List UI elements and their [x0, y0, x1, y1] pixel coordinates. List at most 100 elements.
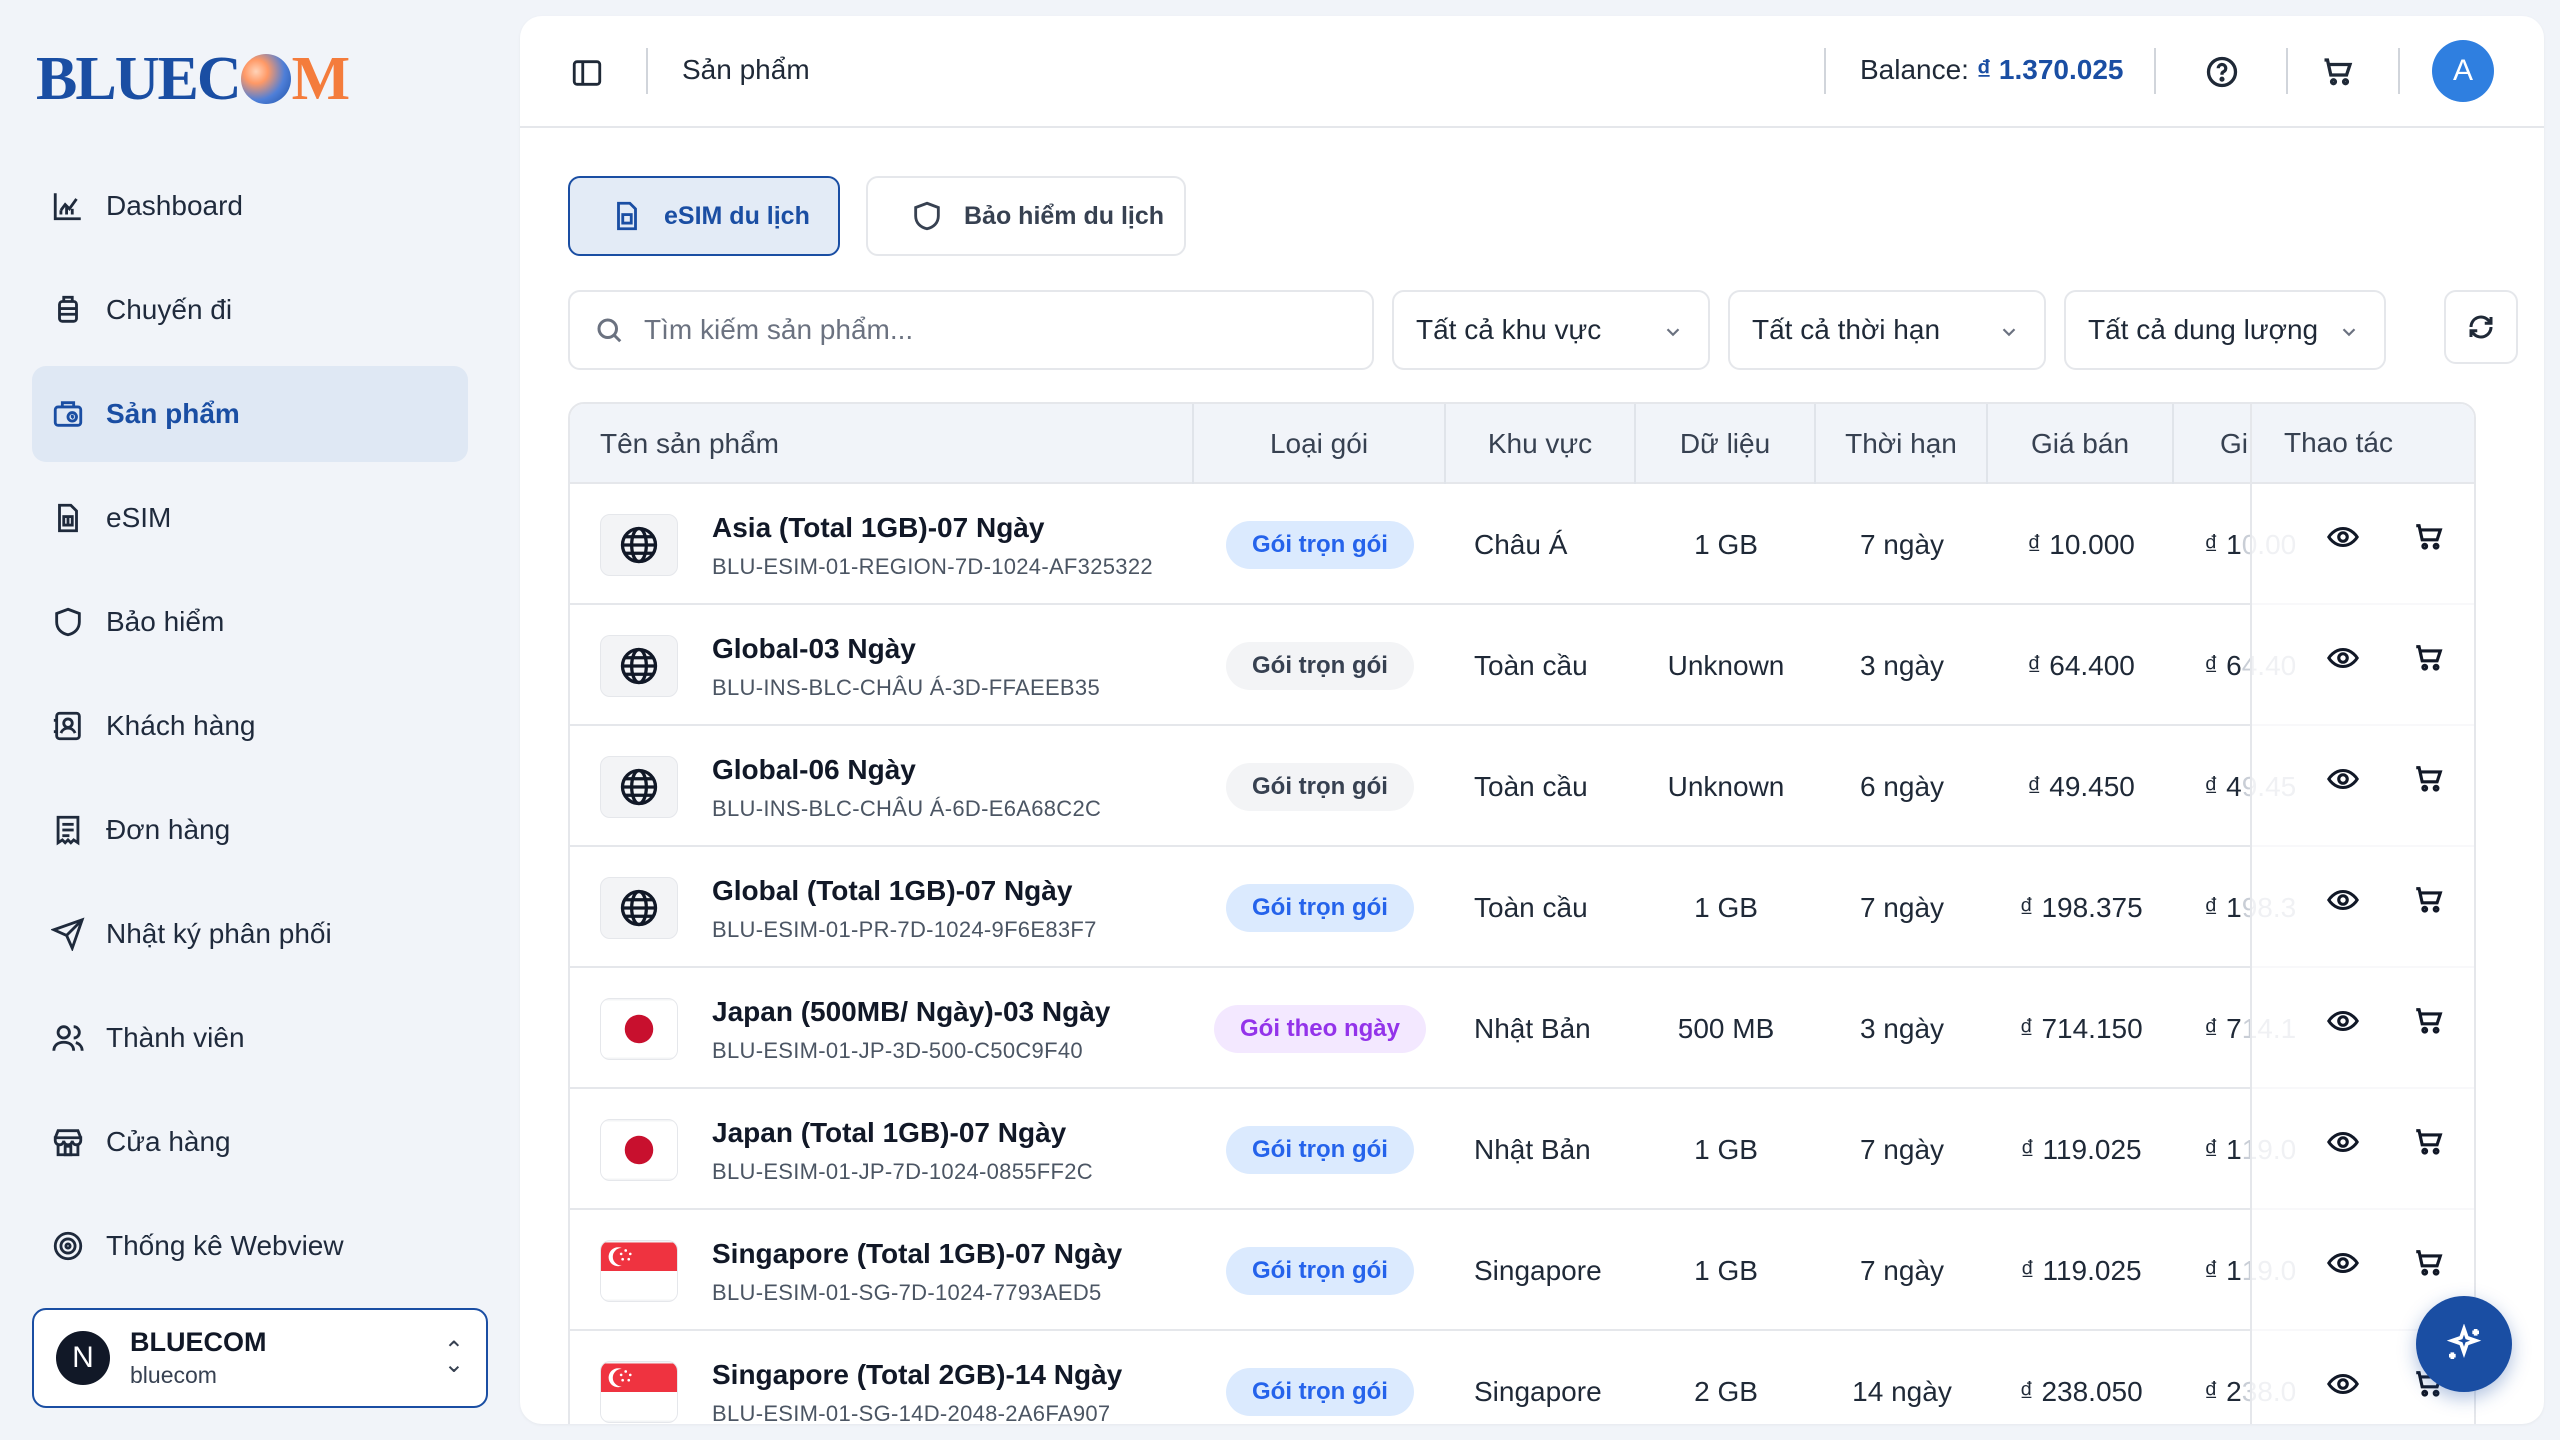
globe-icon [600, 877, 678, 939]
selling-price-cell: ₫ 49.450 [2027, 770, 2135, 802]
region-cell: Toàn cầu [1474, 649, 1588, 681]
duration-cell: 7 ngày [1859, 891, 1945, 923]
package-type-badge: Gói trọn gói [1226, 883, 1414, 932]
duration-cell: 3 ngày [1859, 1012, 1945, 1044]
package-type-badge: Gói trọn gói [1226, 520, 1414, 569]
view-eye-icon[interactable] [2326, 1004, 2360, 1038]
product-icon [50, 396, 86, 432]
package-type-cell: Gói trọn gói [1194, 605, 1446, 726]
column-header-price-truncated[interactable]: Gi [2174, 404, 2250, 484]
column-header-actions[interactable]: Thao tác [2252, 404, 2474, 484]
add-to-cart-icon[interactable] [2412, 1246, 2446, 1280]
table-row[interactable]: Singapore (Total 1GB)-07 Ngày BLU-ESIM-0… [570, 1210, 2474, 1331]
tab-travel-insurance[interactable]: Bảo hiểm du lịch [866, 176, 1186, 256]
globe-icon [600, 514, 678, 576]
sidebar-nav: Dashboard Chuyến đi Sản phẩm eSIM Bảo hiểm Kh… [32, 158, 468, 1302]
balance-label: Balance: [1860, 54, 1969, 85]
product-sku: BLU-ESIM-01-SG-7D-1024-7793AED5 [712, 1280, 1102, 1305]
region-cell: Nhật Bản [1474, 1012, 1591, 1044]
refresh-button[interactable] [2444, 290, 2518, 364]
data-cell: 1 GB [1694, 528, 1758, 560]
column-header-package-type[interactable]: Loại gói [1194, 404, 1446, 484]
view-eye-icon[interactable] [2326, 641, 2360, 675]
product-name: Asia (Total 1GB)-07 Ngày [712, 512, 1045, 543]
table-row[interactable]: Japan (Total 1GB)-07 Ngày BLU-ESIM-01-JP… [570, 1089, 2474, 1210]
add-to-cart-icon[interactable] [2412, 1125, 2446, 1159]
contact-icon [50, 708, 86, 744]
table-row[interactable]: Global (Total 1GB)-07 Ngày BLU-ESIM-01-P… [570, 847, 2474, 968]
search-input[interactable] [644, 314, 1344, 346]
sidebar-item-cua-hang[interactable]: Cửa hàng [32, 1094, 468, 1190]
user-avatar[interactable]: A [2432, 40, 2494, 102]
duration-cell: 3 ngày [1859, 649, 1945, 681]
duration-select[interactable]: Tất cả thời hạn [1728, 290, 2046, 370]
data-cell: 1 GB [1694, 891, 1758, 923]
sidebar-item-san-pham[interactable]: Sản phẩm [32, 366, 468, 462]
region-select-value: Tất cả khu vực [1416, 314, 1602, 345]
sidebar-item-thanh-vien[interactable]: Thành viên [32, 990, 468, 1086]
sidebar-item-label: Thành viên [106, 1022, 245, 1053]
duration-cell: 7 ngày [1859, 1254, 1945, 1286]
sidebar-item-nhat-ky-phan-phoi[interactable]: Nhật ký phân phối [32, 886, 468, 982]
tab-esim-travel[interactable]: eSIM du lịch [568, 176, 840, 256]
column-header-duration[interactable]: Thời hạn [1816, 404, 1988, 484]
product-name: Singapore (Total 1GB)-07 Ngày [712, 1238, 1123, 1269]
package-type-cell: Gói theo ngày [1194, 968, 1446, 1089]
view-eye-icon[interactable] [2326, 883, 2360, 917]
view-eye-icon[interactable] [2326, 520, 2360, 554]
region-cell: Châu Á [1474, 528, 1568, 560]
ai-assistant-button[interactable] [2416, 1296, 2512, 1392]
sidebar-item-thong-ke-webview[interactable]: Thống kê Webview [32, 1198, 468, 1294]
search-box [568, 290, 1374, 370]
sidebar-item-khach-hang[interactable]: Khách hàng [32, 678, 468, 774]
sidebar-item-bao-hiem[interactable]: Bảo hiểm [32, 574, 468, 670]
second-price-visible: ₫ 7 [2204, 1012, 2242, 1044]
add-to-cart-icon[interactable] [2412, 641, 2446, 675]
chevron-up-down-icon: ⌃ ⌄ [443, 1337, 464, 1378]
column-header-selling-price[interactable]: Giá bán [1988, 404, 2174, 484]
table-row[interactable]: Global-06 Ngày BLU-INS-BLC-CHÂU Á-6D-E6A… [570, 726, 2474, 847]
package-type-cell: Gói trọn gói [1194, 847, 1446, 968]
view-eye-icon[interactable] [2326, 1367, 2360, 1401]
organization-switcher[interactable]: N BLUECOM bluecom ⌃ ⌄ [32, 1308, 488, 1408]
column-header-region[interactable]: Khu vực [1446, 404, 1636, 484]
second-price-visible: ₫ 1 [2204, 1254, 2242, 1286]
add-to-cart-icon[interactable] [2412, 883, 2446, 917]
selling-price-cell: ₫ 198.375 [2019, 891, 2143, 923]
package-type-badge: Gói trọn gói [1226, 1246, 1414, 1295]
sim-icon [50, 500, 86, 536]
table-row[interactable]: Japan (500MB/ Ngày)-03 Ngày BLU-ESIM-01-… [570, 968, 2474, 1089]
bluecom-logo[interactable]: BLUEC M [36, 44, 350, 114]
region-select[interactable]: Tất cả khu vực [1392, 290, 1710, 370]
sidebar-toggle-icon[interactable] [570, 56, 604, 90]
help-icon[interactable] [2204, 54, 2240, 90]
duration-cell: 7 ngày [1859, 528, 1945, 560]
column-header-data[interactable]: Dữ liệu [1636, 404, 1816, 484]
add-to-cart-icon[interactable] [2412, 1004, 2446, 1038]
package-type-badge: Gói trọn gói [1226, 1125, 1414, 1174]
sidebar-item-chuyen-di[interactable]: Chuyến đi [32, 262, 468, 358]
header-divider [1824, 48, 1826, 94]
sidebar-item-dashboard[interactable]: Dashboard [32, 158, 468, 254]
sidebar-item-esim[interactable]: eSIM [32, 470, 468, 566]
selling-price-cell: ₫ 10.000 [2027, 528, 2135, 560]
view-eye-icon[interactable] [2326, 1246, 2360, 1280]
table-row[interactable]: Singapore (Total 2GB)-14 Ngày BLU-ESIM-0… [570, 1331, 2474, 1424]
product-name: Singapore (Total 2GB)-14 Ngày [712, 1359, 1123, 1390]
sidebar-item-don-hang[interactable]: Đơn hàng [32, 782, 468, 878]
chevron-down-icon [1998, 318, 2020, 340]
package-type-cell: Gói trọn gói [1194, 1210, 1446, 1331]
view-eye-icon[interactable] [2326, 1125, 2360, 1159]
sidebar-item-label: eSIM [106, 502, 172, 533]
product-sku: BLU-ESIM-01-REGION-7D-1024-AF325322 [712, 554, 1153, 579]
product-name: Global-03 Ngày [712, 633, 916, 664]
capacity-select[interactable]: Tất cả dung lượng [2064, 290, 2386, 370]
view-eye-icon[interactable] [2326, 762, 2360, 796]
top-bar: Sản phẩm Balance: ₫ 1.370.025 A [520, 16, 2544, 128]
add-to-cart-icon[interactable] [2412, 520, 2446, 554]
column-header-product-name[interactable]: Tên sản phẩm [570, 404, 1194, 484]
table-row[interactable]: Global-03 Ngày BLU-INS-BLC-CHÂU Á-3D-FFA… [570, 605, 2474, 726]
cart-icon[interactable] [2320, 54, 2356, 90]
table-row[interactable]: Asia (Total 1GB)-07 Ngày BLU-ESIM-01-REG… [570, 484, 2474, 605]
add-to-cart-icon[interactable] [2412, 762, 2446, 796]
